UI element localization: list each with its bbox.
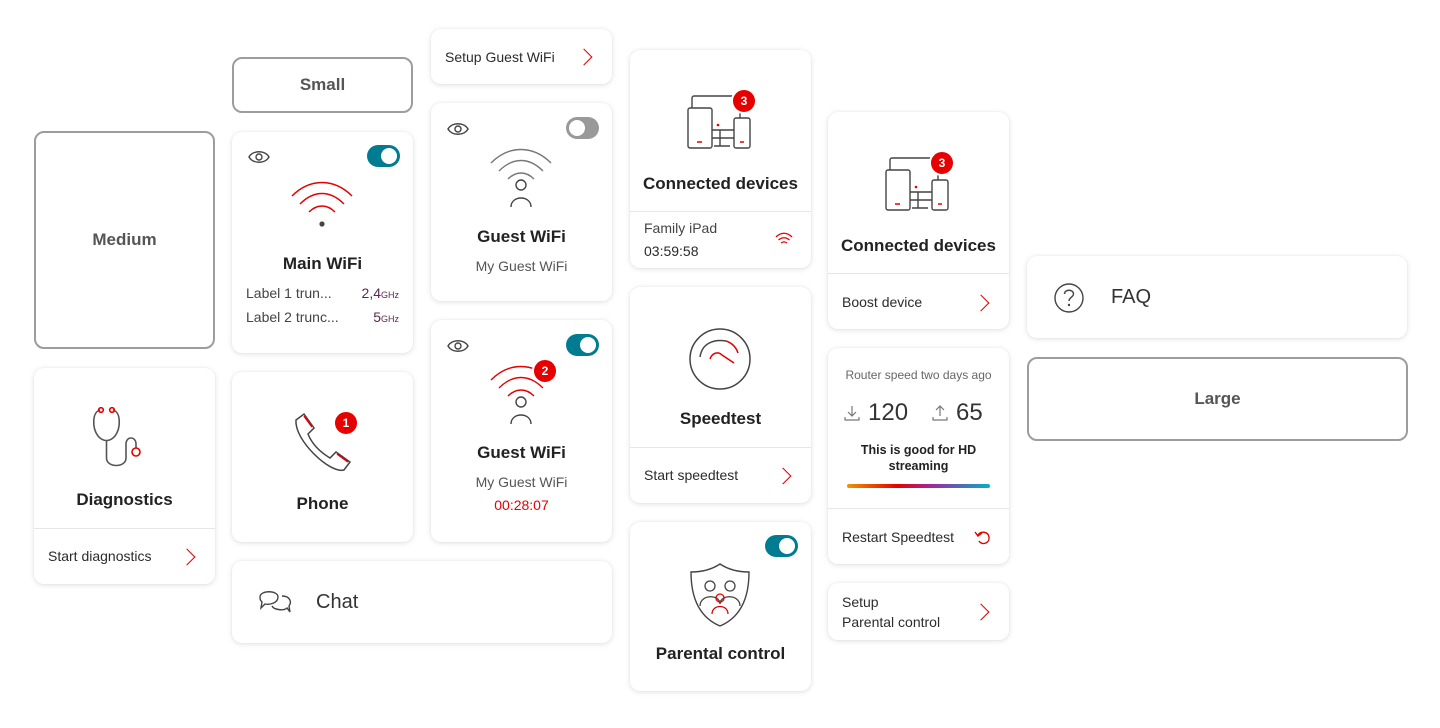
wifi-icon [291, 181, 353, 227]
eye-icon[interactable] [248, 150, 270, 164]
band-2-value: 5GHz [373, 309, 399, 325]
setup-parental-line1: Setup [842, 594, 879, 610]
router-speed-card: Router speed two days ago 120 65 This is… [828, 348, 1009, 564]
chat-icon [259, 591, 291, 613]
divider [630, 447, 811, 448]
main-wifi-card[interactable]: Main WiFi Label 1 trun... 2,4GHz Label 2… [232, 132, 413, 353]
chat-card[interactable]: Chat [232, 561, 612, 643]
phone-badge: 1 [333, 410, 359, 436]
guest-wifi-subtitle: My Guest WiFi [475, 258, 568, 274]
connected-devices-card[interactable]: 3 Connected devices Family iPad 03:59:58 [630, 50, 811, 268]
router-speed-caption: Router speed two days ago [845, 368, 992, 382]
device-time: 03:59:58 [644, 243, 699, 259]
size-placeholder-large: Large [1027, 357, 1408, 441]
parental-control-toggle[interactable] [765, 535, 798, 557]
connected-devices-large-card[interactable]: 3 Connected devices Boost device [828, 112, 1009, 329]
chevron-right-icon[interactable] [972, 294, 990, 312]
guest-wifi-card-on[interactable]: 2 Guest WiFi My Guest WiFi 00:28:07 [431, 320, 612, 542]
setup-guest-wifi-card[interactable]: Setup Guest WiFi [431, 29, 612, 84]
wifi-signal-icon [775, 232, 793, 244]
devices-badge: 3 [731, 88, 757, 114]
guest-wifi-icon [490, 148, 552, 208]
chevron-right-icon[interactable] [774, 467, 792, 485]
guest-wifi-timer: 00:28:07 [494, 497, 549, 513]
help-circle-icon [1054, 283, 1084, 313]
diagnostics-title: Diagnostics [76, 490, 173, 509]
band-1-number: 2,4 [361, 285, 381, 301]
chevron-right-icon[interactable] [575, 48, 593, 66]
restart-speedtest-label[interactable]: Restart Speedtest [842, 529, 954, 545]
upload-icon [932, 405, 948, 421]
restart-icon[interactable] [974, 529, 992, 547]
divider [828, 508, 1009, 509]
size-label-medium: Medium [92, 230, 157, 249]
guest-wifi-card-off[interactable]: Guest WiFi My Guest WiFi [431, 103, 612, 301]
speed-quality-text: This is good for HD streaming [860, 443, 977, 473]
connected-devices-title: Connected devices [643, 174, 798, 193]
size-label-large: Large [1194, 389, 1241, 408]
guest-wifi-title: Guest WiFi [477, 443, 566, 462]
band-1-label: Label 1 trun... [246, 285, 332, 301]
chevron-right-icon[interactable] [972, 603, 990, 621]
divider [630, 211, 811, 212]
eye-icon[interactable] [447, 339, 469, 353]
phone-card[interactable]: 1 Phone [232, 372, 413, 542]
boost-device-label[interactable]: Boost device [842, 294, 922, 310]
size-placeholder-small: Small [232, 57, 413, 113]
guest-wifi-badge: 2 [532, 358, 558, 384]
guest-wifi-toggle[interactable] [566, 334, 599, 356]
phone-title: Phone [296, 494, 349, 513]
chat-label: Chat [316, 591, 359, 613]
parental-control-title: Parental control [655, 644, 786, 663]
guest-wifi-toggle[interactable] [566, 117, 599, 139]
faq-card[interactable]: FAQ [1027, 256, 1407, 338]
band-2-unit: GHz [381, 314, 399, 324]
shield-family-icon [690, 563, 750, 627]
chevron-right-icon[interactable] [178, 548, 196, 566]
speedtest-card[interactable]: Speedtest Start speedtest [630, 287, 811, 503]
stethoscope-icon [92, 406, 141, 467]
band-1-unit: GHz [381, 290, 399, 300]
download-speed: 120 [868, 399, 909, 426]
download-icon [844, 406, 860, 421]
setup-parental-line2: Parental control [842, 614, 941, 630]
diagnostics-card[interactable]: Diagnostics Start diagnostics [34, 368, 215, 584]
guest-wifi-title: Guest WiFi [477, 227, 566, 246]
devices-badge: 3 [929, 150, 955, 176]
parental-control-card[interactable]: Parental control [630, 522, 811, 691]
speedtest-title: Speedtest [679, 409, 762, 428]
main-wifi-title: Main WiFi [282, 254, 363, 273]
upload-speed: 65 [956, 399, 983, 426]
device-name: Family iPad [644, 220, 718, 236]
connected-devices-title: Connected devices [841, 236, 996, 255]
start-speedtest-label[interactable]: Start speedtest [644, 467, 738, 483]
divider [34, 528, 215, 529]
speed-gradient-bar [847, 484, 990, 488]
start-diagnostics-label[interactable]: Start diagnostics [48, 548, 152, 564]
band-2-number: 5 [373, 309, 381, 325]
guest-wifi-subtitle: My Guest WiFi [475, 474, 568, 490]
divider [828, 273, 1009, 274]
eye-icon[interactable] [447, 122, 469, 136]
size-placeholder-medium: Medium [34, 131, 215, 349]
band-2-label: Label 2 trunc... [246, 309, 339, 325]
band-1-value: 2,4GHz [362, 285, 399, 301]
setup-parental-control-card[interactable]: Setup Parental control [828, 583, 1009, 640]
size-label-small: Small [299, 75, 346, 94]
main-wifi-toggle[interactable] [367, 145, 400, 167]
setup-guest-wifi-label: Setup Guest WiFi [445, 49, 555, 65]
faq-label: FAQ [1111, 286, 1152, 308]
speedometer-icon [689, 328, 751, 390]
